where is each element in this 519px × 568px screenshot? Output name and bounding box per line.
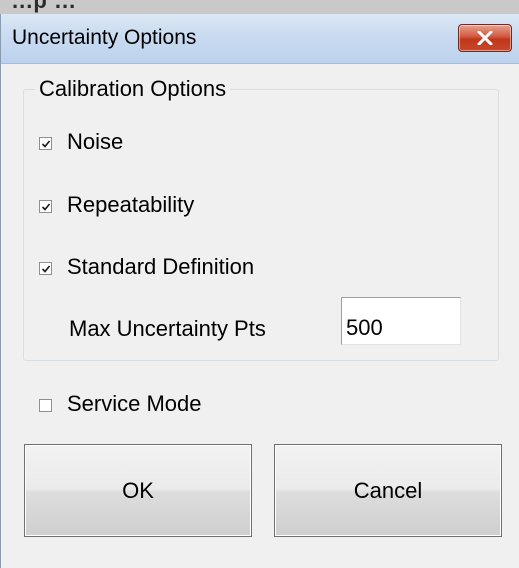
checkmark-icon: [41, 203, 51, 211]
ok-button[interactable]: OK: [24, 444, 252, 537]
max-uncertainty-pts-label: Max Uncertainty Pts: [69, 316, 266, 341]
calibration-options-legend: Calibration Options: [35, 76, 231, 102]
background-window-strip: ...p ...: [0, 0, 519, 14]
standard-definition-checkbox[interactable]: [39, 262, 52, 275]
cancel-button[interactable]: Cancel: [274, 444, 502, 537]
noise-label: Noise: [67, 129, 124, 154]
repeatability-checkbox[interactable]: [39, 200, 52, 213]
max-uncertainty-pts-input[interactable]: [341, 297, 461, 345]
noise-checkbox[interactable]: [39, 137, 52, 150]
close-icon: [477, 31, 493, 45]
checkmark-icon: [41, 140, 51, 148]
dialog-title: Uncertainty Options: [12, 26, 197, 49]
title-bar[interactable]: Uncertainty Options: [1, 14, 519, 64]
service-mode-checkbox[interactable]: [39, 399, 52, 412]
background-window-text: ...p ...: [12, 0, 77, 13]
service-mode-label: Service Mode: [67, 391, 202, 416]
checkmark-icon: [41, 265, 51, 273]
standard-definition-label: Standard Definition: [67, 254, 255, 279]
close-button[interactable]: [458, 24, 512, 52]
repeatability-label: Repeatability: [67, 192, 195, 217]
